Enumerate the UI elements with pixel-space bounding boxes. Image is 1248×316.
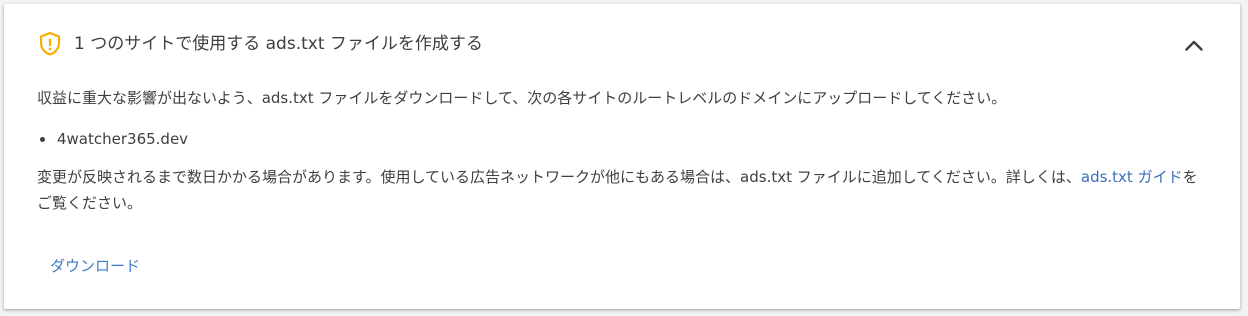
site-list: 4watcher365.dev xyxy=(37,126,188,152)
list-item: 4watcher365.dev xyxy=(37,126,188,152)
chevron-up-icon xyxy=(1185,40,1203,51)
collapse-button[interactable] xyxy=(1176,28,1212,64)
note-text: 変更が反映されるまで数日かかる場合があります。使用している広告ネットワークが他に… xyxy=(37,164,1207,216)
card-title: 1 つのサイトで使用する ads.txt ファイルを作成する xyxy=(74,34,483,54)
note-text-start: 変更が反映されるまで数日かかる場合があります。使用している広告ネットワークが他に… xyxy=(37,168,1081,186)
ads-txt-guide-link[interactable]: ads.txt ガイド xyxy=(1081,168,1183,186)
download-button[interactable]: ダウンロード xyxy=(38,248,152,284)
card-header[interactable]: 1 つのサイトで使用する ads.txt ファイルを作成する xyxy=(4,4,1240,84)
warning-shield-icon xyxy=(38,31,62,57)
intro-text: 収益に重大な影響が出ないよう、ads.txt ファイルをダウンロードして、次の各… xyxy=(37,89,1007,107)
ads-txt-card: 1 つのサイトで使用する ads.txt ファイルを作成する 収益に重大な影響が… xyxy=(4,4,1240,309)
